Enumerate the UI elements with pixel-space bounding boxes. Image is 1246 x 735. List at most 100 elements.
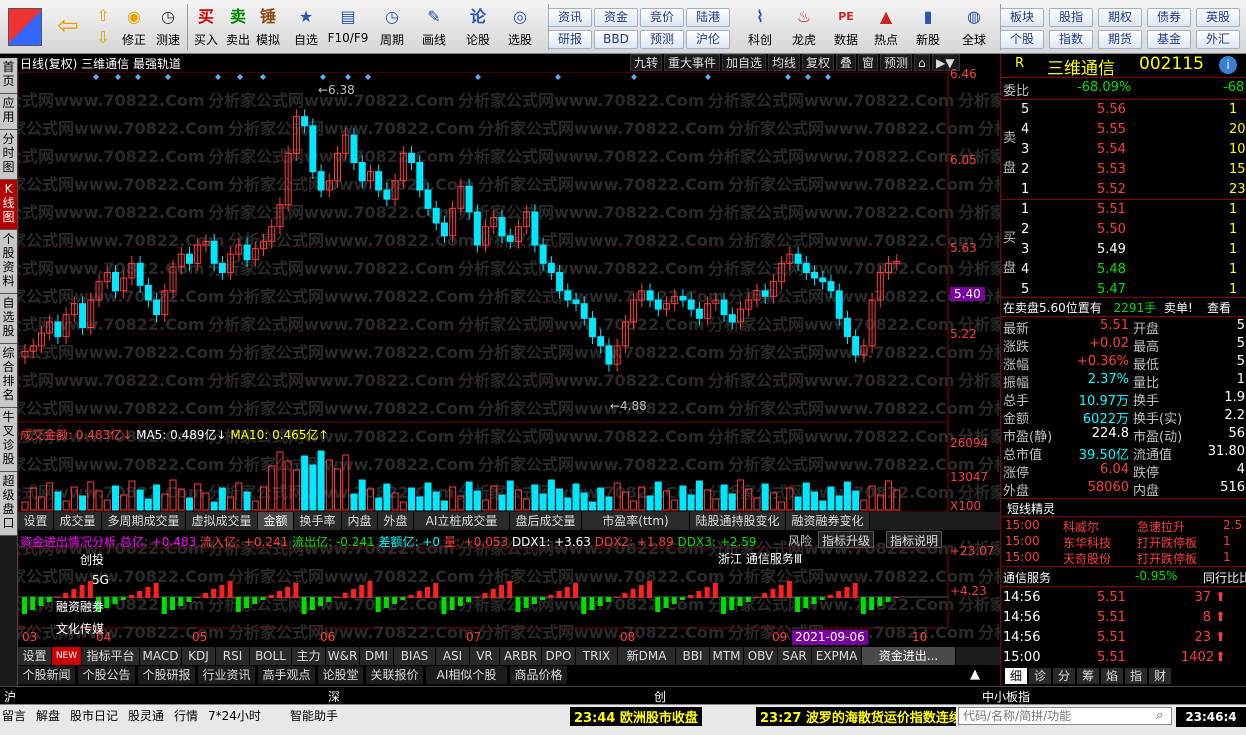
left-tab-7[interactable]: 牛叉诊股	[0, 408, 17, 472]
global-button[interactable]: ◍ 全球	[958, 3, 990, 51]
link-r4-2[interactable]: 期货	[1098, 30, 1142, 49]
draw-button[interactable]: ✎ 画线	[418, 3, 450, 51]
elf-stock[interactable]: 科威尔	[1063, 518, 1099, 535]
index-cy[interactable]: 创	[654, 688, 666, 705]
indicator-tab-6[interactable]: 主力	[292, 647, 326, 665]
expand-up-icon[interactable]: ▲	[970, 667, 980, 682]
indicator-tab-1[interactable]: 指标平台	[82, 647, 140, 665]
f10-button[interactable]: ▤ F10/F9	[328, 3, 369, 51]
bottom-link-4[interactable]: 行情	[174, 707, 198, 724]
left-tab-2[interactable]: 分时图	[0, 130, 17, 180]
bid-price[interactable]: 5.47	[1097, 282, 1126, 297]
bottom-link-0[interactable]: 留言	[2, 707, 26, 724]
indicator-tab-8[interactable]: DMI	[360, 647, 394, 665]
right-tab-1[interactable]: 诊	[1029, 668, 1051, 684]
right-tab-3[interactable]: 筹	[1077, 668, 1099, 684]
indicator-tab-16[interactable]: BBI	[676, 647, 710, 665]
chart-btn-4[interactable]: 复权	[802, 54, 835, 71]
news-tab-1[interactable]: 个股公告	[78, 666, 136, 684]
indicator-tab-20[interactable]: EXPMA	[812, 647, 862, 665]
right-tab-4[interactable]: 焰	[1101, 668, 1123, 684]
link-r3-4[interactable]: 英股	[1196, 8, 1240, 27]
chart-btn-1[interactable]: 重大事件	[664, 54, 721, 71]
link-r3-1[interactable]: 股指	[1049, 8, 1093, 27]
vol-tab-1[interactable]: 成交量	[54, 512, 102, 530]
indicator-tab-12[interactable]: ARBR	[500, 647, 542, 665]
vol-tab-7[interactable]: 外盘	[378, 512, 414, 530]
right-tab-5[interactable]: 指	[1125, 668, 1147, 684]
index-sh[interactable]: 沪	[4, 688, 16, 705]
search-input[interactable]	[958, 707, 1172, 725]
lock-icon[interactable]: ⌂	[914, 54, 930, 71]
view-detail-link[interactable]: 查看	[1207, 299, 1231, 316]
bottom-link-1[interactable]: 解盘	[36, 707, 60, 724]
ask-price[interactable]: 5.54	[1097, 142, 1126, 157]
indicator-tab-3[interactable]: KDJ	[182, 647, 216, 665]
lungu-button[interactable]: 论论股	[462, 3, 494, 51]
bottom-link-2[interactable]: 股市日记	[70, 707, 118, 724]
bid-price[interactable]: 5.49	[1097, 242, 1126, 257]
link-r2-0[interactable]: 研报	[548, 30, 592, 49]
ask-price[interactable]: 5.56	[1097, 102, 1126, 117]
chart-btn-3[interactable]: 均线	[768, 54, 801, 71]
left-tab-4[interactable]: 个股资料	[0, 230, 17, 294]
news-ticker-2[interactable]: 23:27 波罗的海散货运价指数连续	[756, 707, 956, 726]
chart-btn-7[interactable]: 预测	[880, 54, 913, 71]
pick-button[interactable]: ◎ 选股	[504, 3, 536, 51]
up-arrow-icon[interactable]: ⇧	[92, 6, 114, 26]
indicator-tab-5[interactable]: BOLL	[250, 647, 292, 665]
left-tab-1[interactable]: 应用	[0, 94, 17, 130]
indicator-tab-11[interactable]: VR	[470, 647, 500, 665]
kline-chart-area[interactable]: 分析家公式网www.70822.Com分析家公式网www.70822.Com分析…	[18, 72, 1000, 686]
sim-button[interactable]: 锤模拟	[252, 3, 284, 51]
bid-price[interactable]: 5.50	[1097, 222, 1126, 237]
news-tab-6[interactable]: 关联报价	[366, 666, 424, 684]
longhu-button[interactable]: ♨ 龙虎	[788, 3, 820, 51]
kechuang-button[interactable]: ⌇ 科创	[744, 3, 776, 51]
elf-stock[interactable]: 东华科技	[1063, 534, 1111, 551]
down-arrow-icon[interactable]: ⇩	[92, 28, 114, 48]
news-ticker-1[interactable]: 23:44 欧洲股市收盘	[570, 707, 702, 726]
news-tab-4[interactable]: 高手观点	[258, 666, 316, 684]
link-r1-2[interactable]: 竞价	[640, 8, 684, 27]
app-logo-icon[interactable]	[8, 8, 42, 46]
bottom-link-3[interactable]: 股灵通	[128, 707, 164, 724]
bottom-link-5[interactable]: 7*24小时	[208, 707, 261, 724]
indicator-help-button[interactable]: 指标说明	[886, 531, 943, 548]
info-icon[interactable]: i	[1219, 56, 1237, 74]
indicator-tab-17[interactable]: MTM	[710, 647, 744, 665]
indicator-tab-19[interactable]: SAR	[778, 647, 812, 665]
link-r4-4[interactable]: 外汇	[1196, 30, 1240, 49]
indicator-upgrade-button[interactable]: 指标升级	[818, 531, 875, 548]
link-r3-0[interactable]: 板块	[1000, 8, 1044, 27]
indicator-tab-21[interactable]: 资金进出...	[862, 647, 956, 665]
link-r3-2[interactable]: 期权	[1098, 8, 1142, 27]
vol-tab-9[interactable]: 盘后成交量	[510, 512, 582, 530]
vol-tab-6[interactable]: 内盘	[342, 512, 378, 530]
news-tab-7[interactable]: AI相似个股	[426, 666, 508, 684]
chart-btn-0[interactable]: 九转	[630, 54, 663, 71]
ask-price[interactable]: 5.52	[1097, 182, 1126, 197]
bid-price[interactable]: 5.51	[1097, 202, 1126, 217]
link-r4-3[interactable]: 基金	[1147, 30, 1191, 49]
vol-tab-0[interactable]: 设置	[18, 512, 54, 530]
news-tab-3[interactable]: 行业资讯	[198, 666, 256, 684]
chart-btn-2[interactable]: 加自选	[722, 54, 767, 71]
link-r1-3[interactable]: 陆港	[686, 8, 730, 27]
indicator-tab-4[interactable]: RSI	[216, 647, 250, 665]
flow-risk-button[interactable]: 风险	[788, 532, 812, 549]
news-tab-2[interactable]: 个股研报	[138, 666, 196, 684]
period-button[interactable]: ◷ 周期	[376, 3, 408, 51]
link-r1-1[interactable]: 资金	[594, 8, 638, 27]
chart-btn-5[interactable]: 叠	[836, 54, 857, 71]
right-tab-0[interactable]: 细	[1005, 668, 1027, 684]
left-tab-5[interactable]: 自选股	[0, 294, 17, 344]
bid-price[interactable]: 5.48	[1097, 262, 1126, 277]
news-tab-5[interactable]: 论股堂	[318, 666, 364, 684]
index-sme[interactable]: 中小板指	[982, 688, 1030, 705]
news-tab-8[interactable]: 商品价格	[510, 666, 568, 684]
sector-name[interactable]: 通信服务	[1003, 569, 1051, 586]
link-r2-1[interactable]: BBD	[594, 30, 638, 49]
newstock-button[interactable]: ▮ 新股	[912, 3, 944, 51]
left-tab-6[interactable]: 综合排名	[0, 344, 17, 408]
